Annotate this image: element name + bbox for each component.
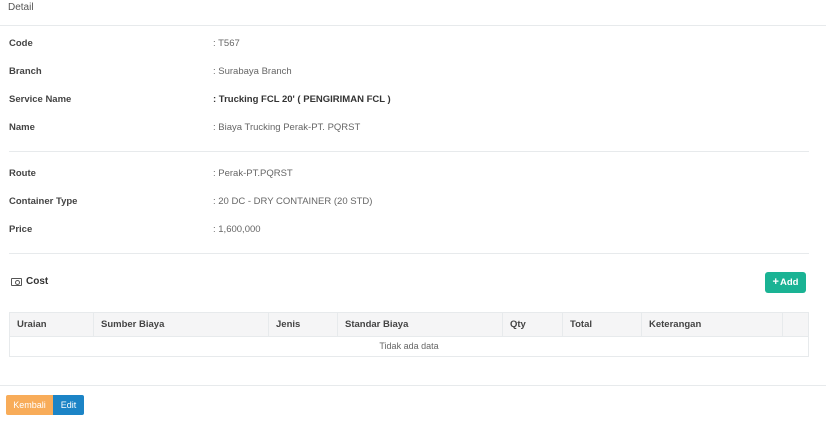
cost-title-text: Cost: [26, 276, 49, 287]
footer-divider: [0, 385, 826, 386]
column-header-sumber-biaya: Sumber Biaya: [94, 313, 269, 337]
detail-row-service-name: Service Name : Trucking FCL 20' ( PENGIR…: [9, 94, 809, 108]
detail-row-code: Code : T567: [9, 38, 809, 52]
add-button-label: Add: [779, 277, 799, 288]
plus-icon: +: [772, 276, 779, 288]
detail-row-container-type: Container Type : 20 DC - DRY CONTAINER (…: [9, 196, 809, 210]
cost-table: Uraian Sumber Biaya Jenis Standar Biaya …: [9, 312, 809, 357]
column-header-standar-biaya: Standar Biaya: [338, 313, 503, 337]
panel-title: Detail: [8, 2, 34, 13]
panel-header: Detail: [0, 0, 826, 26]
service-name-value: : Trucking FCL 20' ( PENGIRIMAN FCL ): [213, 94, 391, 105]
code-value: : T567: [213, 38, 240, 49]
section-divider: [9, 253, 809, 254]
column-header-actions: [783, 313, 808, 337]
edit-button[interactable]: Edit: [53, 395, 84, 415]
container-type-value: : 20 DC - DRY CONTAINER (20 STD): [213, 196, 373, 207]
add-cost-button[interactable]: + Add: [765, 272, 806, 293]
section-divider: [9, 151, 809, 152]
price-label: Price: [9, 224, 33, 235]
branch-value: : Surabaya Branch: [213, 66, 292, 77]
column-header-jenis: Jenis: [269, 313, 338, 337]
column-header-total: Total: [563, 313, 642, 337]
column-header-qty: Qty: [503, 313, 563, 337]
detail-row-route: Route : Perak-PT.PQRST: [9, 168, 809, 182]
empty-table-row: Tidak ada data: [379, 341, 439, 351]
branch-label: Branch: [9, 66, 42, 77]
column-header-keterangan: Keterangan: [642, 313, 783, 337]
code-label: Code: [9, 38, 33, 49]
column-header-uraian: Uraian: [10, 313, 94, 337]
container-type-label: Container Type: [9, 196, 78, 207]
service-name-label: Service Name: [9, 94, 72, 105]
route-value: : Perak-PT.PQRST: [213, 168, 293, 179]
name-value: : Biaya Trucking Perak-PT. PQRST: [213, 122, 361, 133]
money-icon: [11, 277, 22, 286]
back-button[interactable]: Kembali: [6, 395, 53, 415]
detail-row-branch: Branch : Surabaya Branch: [9, 66, 809, 80]
cost-table-header: Uraian Sumber Biaya Jenis Standar Biaya …: [10, 313, 808, 337]
name-label: Name: [9, 122, 35, 133]
detail-row-name: Name : Biaya Trucking Perak-PT. PQRST: [9, 122, 809, 136]
route-label: Route: [9, 168, 36, 179]
detail-row-price: Price : 1,600,000: [9, 224, 809, 238]
cost-section-title: Cost: [11, 276, 48, 287]
price-value: : 1,600,000: [213, 224, 261, 235]
